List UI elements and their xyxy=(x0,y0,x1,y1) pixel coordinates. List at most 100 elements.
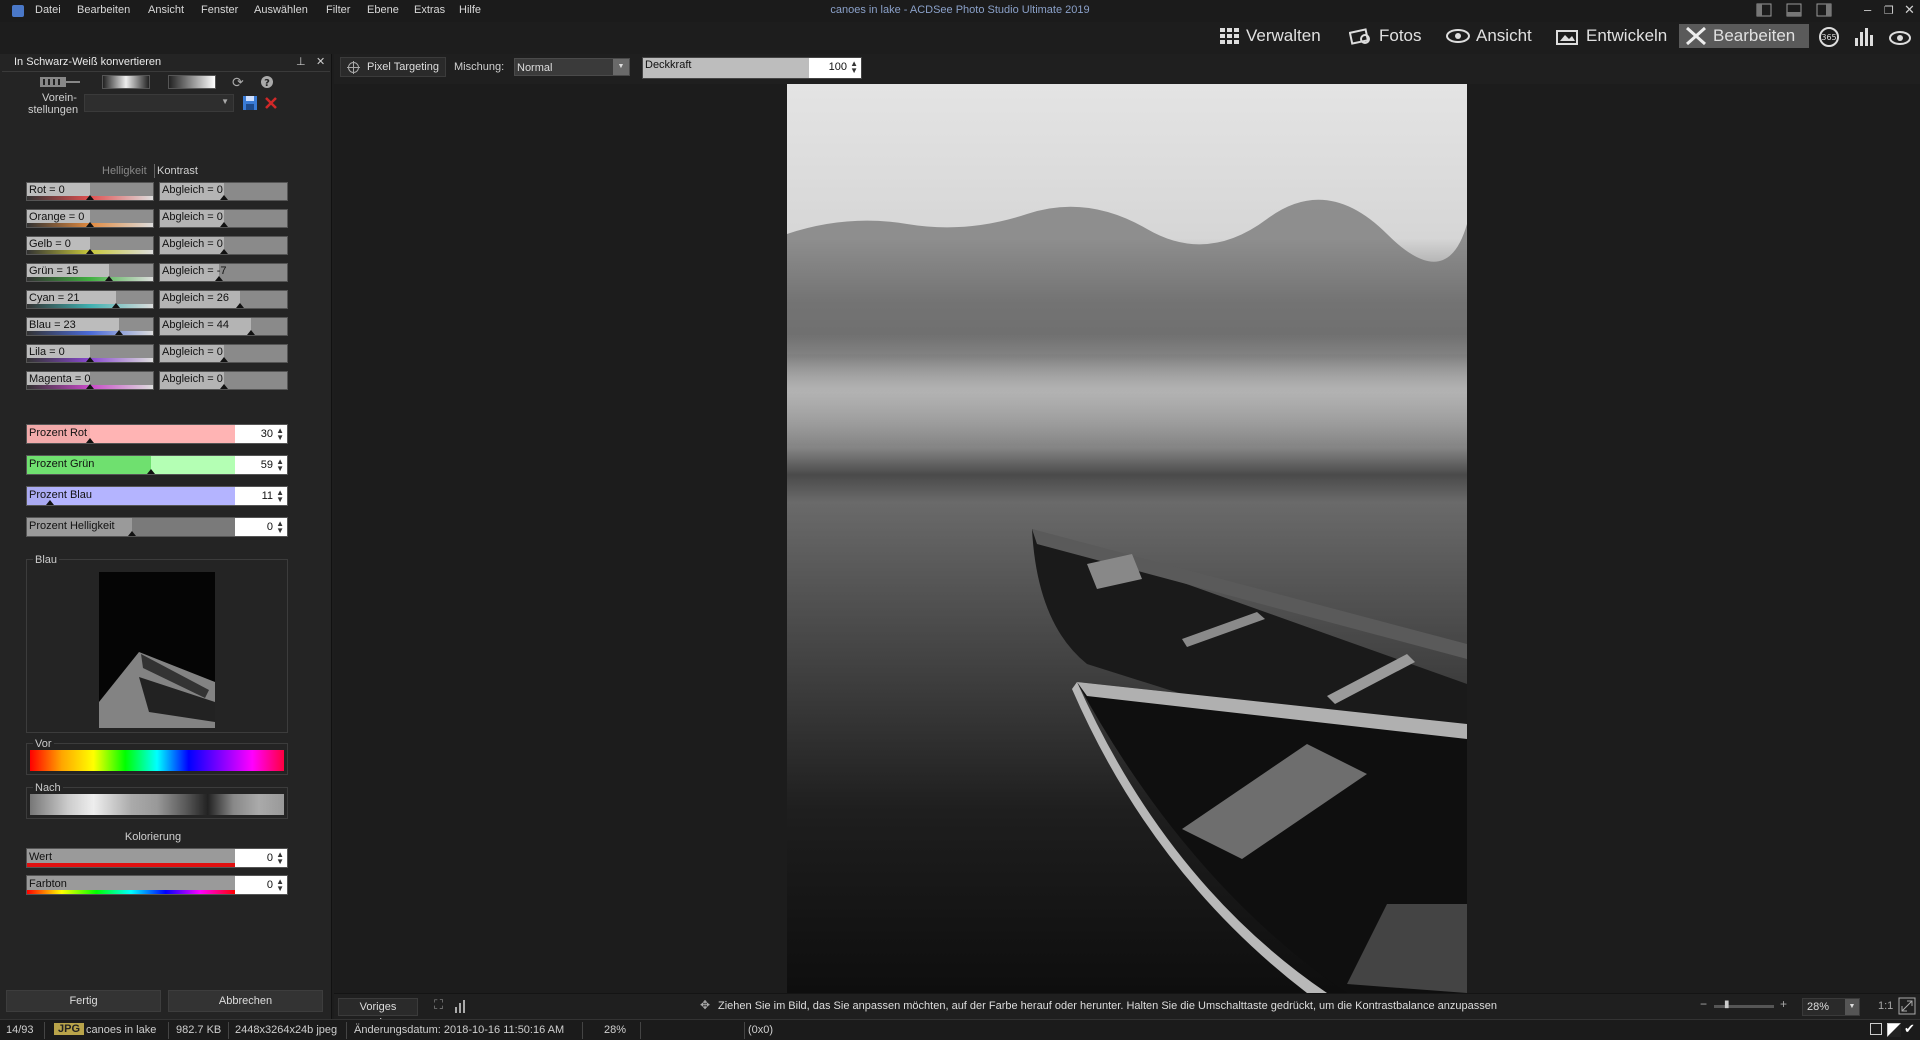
histogram-small-icon[interactable] xyxy=(454,999,468,1013)
slider-thumb-icon[interactable] xyxy=(236,303,244,308)
layout-right-panel-icon[interactable] xyxy=(1816,3,1832,17)
mode-fotos[interactable]: Fotos xyxy=(1343,24,1428,48)
percent-slider-2[interactable]: Prozent Blau 11 ▲ ▼ xyxy=(26,486,288,506)
delete-preset-icon[interactable] xyxy=(264,96,278,110)
percent-slider-0[interactable]: Prozent Rot 30 ▲ ▼ xyxy=(26,424,288,444)
close-icon[interactable]: ✕ xyxy=(1904,2,1915,18)
app-logo-icon[interactable] xyxy=(12,5,24,17)
colorize-value-slider[interactable]: Wert 0 ▲ ▼ xyxy=(26,848,288,868)
film-strip-icon[interactable] xyxy=(40,75,80,89)
slider-thumb-icon[interactable] xyxy=(86,438,94,443)
brightness-slider-1[interactable]: Orange = 0 xyxy=(26,209,154,228)
mode-bearbeiten[interactable]: Bearbeiten xyxy=(1679,24,1809,48)
menu-ansicht[interactable]: Ansicht xyxy=(148,4,184,16)
restore-icon[interactable]: ❐ xyxy=(1884,4,1894,17)
slider-thumb-icon[interactable] xyxy=(219,249,228,254)
mode-entwickeln[interactable]: Entwickeln xyxy=(1550,24,1673,48)
brightness-slider-4[interactable]: Cyan = 21 xyxy=(26,290,154,309)
view-mode-split-icon[interactable] xyxy=(1887,1023,1901,1037)
mode-verwalten[interactable]: Verwalten xyxy=(1214,24,1327,48)
brightness-slider-6[interactable]: Lila = 0 xyxy=(26,344,154,363)
menu-fenster[interactable]: Fenster xyxy=(201,4,238,16)
view-mode-square-icon[interactable] xyxy=(1870,1023,1882,1035)
contrast-balance-slider-3[interactable]: Abgleich = -7 xyxy=(159,263,288,282)
image-canvas[interactable] xyxy=(334,84,1920,993)
zoom-in-icon[interactable]: + xyxy=(1780,997,1787,1011)
brightness-slider-0[interactable]: Rot = 0 xyxy=(26,182,154,201)
slider-thumb-icon[interactable] xyxy=(46,500,55,505)
layout-left-panel-icon[interactable] xyxy=(1756,3,1772,17)
visibility-eye-icon[interactable] xyxy=(1888,26,1912,48)
mode-ansicht[interactable]: Ansicht xyxy=(1440,24,1538,48)
pin-icon[interactable]: ⊥ xyxy=(296,55,306,68)
zoom-out-icon[interactable]: − xyxy=(1700,997,1707,1011)
slider-thumb-icon[interactable] xyxy=(86,195,94,200)
slider-thumb-icon[interactable] xyxy=(219,384,228,389)
zoom-slider[interactable] xyxy=(1714,1005,1774,1008)
histogram-icon[interactable] xyxy=(1853,26,1875,48)
slider-thumb-icon[interactable] xyxy=(219,222,228,227)
colorize-hue-slider[interactable]: Farbton 0 ▲ ▼ xyxy=(26,875,288,895)
360-icon[interactable]: 365 xyxy=(1818,26,1840,48)
brightness-slider-7[interactable]: Magenta = 0 xyxy=(26,371,154,390)
zoom-slider-thumb-icon[interactable]: ▮ xyxy=(1724,999,1730,1010)
contrast-balance-slider-5[interactable]: Abgleich = 44 xyxy=(159,317,288,336)
slider-thumb-icon[interactable] xyxy=(104,276,113,281)
slider-thumb-icon[interactable] xyxy=(86,222,94,227)
contrast-balance-slider-1[interactable]: Abgleich = 0 xyxy=(159,209,288,228)
percent-slider-3[interactable]: Prozent Helligkeit 0 ▲ ▼ xyxy=(26,517,288,537)
check-icon[interactable]: ✔ xyxy=(1904,1021,1915,1037)
gradient-preview-1[interactable] xyxy=(102,75,150,89)
menu-extras[interactable]: Extras xyxy=(414,4,445,16)
spinner-icon[interactable]: ▲ ▼ xyxy=(276,851,284,866)
actual-size-button[interactable]: 1:1 xyxy=(1878,1000,1893,1012)
photo-canoes-in-lake[interactable] xyxy=(787,84,1467,993)
percent-slider-1[interactable]: Prozent Grün 59 ▲ ▼ xyxy=(26,455,288,475)
presets-dropdown[interactable]: ▼ xyxy=(84,94,234,112)
show-previous-button[interactable]: Voriges anzeigen xyxy=(338,998,418,1029)
layout-bottom-panel-icon[interactable] xyxy=(1786,3,1802,17)
save-preset-icon[interactable] xyxy=(242,95,258,111)
spinner-icon[interactable]: ▲ ▼ xyxy=(276,458,284,473)
spinner-icon[interactable]: ▲ ▼ xyxy=(850,60,858,75)
brightness-slider-5[interactable]: Blau = 23 xyxy=(26,317,154,336)
panel-close-icon[interactable]: ✕ xyxy=(316,55,325,68)
slider-thumb-icon[interactable] xyxy=(146,469,155,474)
slider-thumb-icon[interactable] xyxy=(247,330,256,335)
menu-auswaehlen[interactable]: Auswählen xyxy=(254,4,308,16)
minimize-icon[interactable]: – xyxy=(1864,2,1871,17)
spinner-icon[interactable]: ▲ ▼ xyxy=(276,427,284,442)
slider-thumb-icon[interactable] xyxy=(86,384,94,389)
help-icon[interactable]: ? xyxy=(260,75,274,89)
menu-datei[interactable]: Datei xyxy=(35,4,61,16)
gradient-preview-2[interactable] xyxy=(168,75,216,89)
contrast-balance-slider-0[interactable]: Abgleich = 0 xyxy=(159,182,288,201)
opacity-slider[interactable]: Deckkraft 100 ▲ ▼ xyxy=(642,57,862,79)
slider-thumb-icon[interactable] xyxy=(112,303,121,308)
slider-thumb-icon[interactable] xyxy=(86,357,94,362)
brightness-slider-2[interactable]: Gelb = 0 xyxy=(26,236,154,255)
cancel-button[interactable]: Abbrechen xyxy=(168,990,323,1012)
pixel-targeting-button[interactable]: Pixel Targeting xyxy=(340,57,446,77)
zoom-dropdown[interactable]: 28% ▼ xyxy=(1802,998,1860,1016)
menu-ebene[interactable]: Ebene xyxy=(367,4,399,16)
brightness-slider-3[interactable]: Grün = 15 xyxy=(26,263,154,282)
fullscreen-icon[interactable]: ⛶ xyxy=(434,997,443,1013)
contrast-balance-slider-4[interactable]: Abgleich = 26 xyxy=(159,290,288,309)
menu-hilfe[interactable]: Hilfe xyxy=(459,4,481,16)
slider-thumb-icon[interactable] xyxy=(219,195,228,200)
slider-thumb-icon[interactable] xyxy=(114,330,123,335)
slider-thumb-icon[interactable] xyxy=(128,531,136,536)
menu-bearbeiten[interactable]: Bearbeiten xyxy=(77,4,130,16)
spinner-icon[interactable]: ▲ ▼ xyxy=(276,520,284,535)
refresh-icon[interactable]: ⟳ xyxy=(232,74,244,91)
blend-mode-dropdown[interactable]: Normal ▼ xyxy=(514,58,630,76)
slider-thumb-icon[interactable] xyxy=(86,249,94,254)
spinner-icon[interactable]: ▲ ▼ xyxy=(276,489,284,504)
done-button[interactable]: Fertig xyxy=(6,990,161,1012)
menu-filter[interactable]: Filter xyxy=(326,4,350,16)
contrast-balance-slider-6[interactable]: Abgleich = 0 xyxy=(159,344,288,363)
contrast-balance-slider-7[interactable]: Abgleich = 0 xyxy=(159,371,288,390)
slider-thumb-icon[interactable] xyxy=(215,276,224,281)
slider-thumb-icon[interactable] xyxy=(219,357,228,362)
